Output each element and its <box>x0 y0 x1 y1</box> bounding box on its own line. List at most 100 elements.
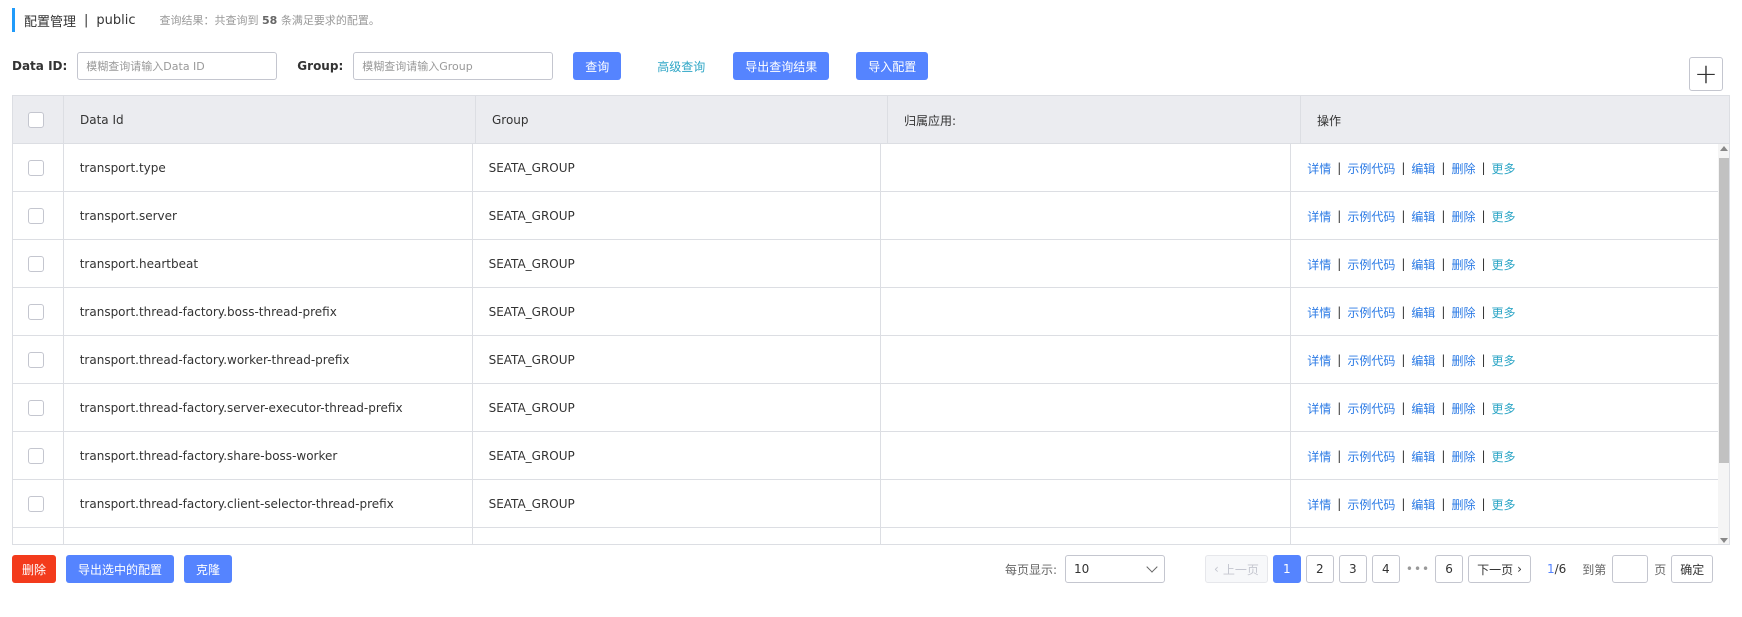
more-link[interactable]: 更多 <box>1492 208 1516 225</box>
group-cell: SEATA_GROUP <box>473 288 882 336</box>
app-cell <box>881 432 1292 480</box>
more-link[interactable]: 更多 <box>1492 304 1516 321</box>
delete-link[interactable]: 删除 <box>1451 448 1475 465</box>
more-link[interactable]: 更多 <box>1492 352 1516 369</box>
row-checkbox[interactable] <box>28 160 44 176</box>
group-input[interactable]: 模糊查询请输入Group <box>353 52 554 80</box>
row-checkbox[interactable] <box>28 208 44 224</box>
edit-link[interactable]: 编辑 <box>1411 400 1435 417</box>
op-separator: | <box>1337 161 1342 175</box>
detail-link[interactable]: 详情 <box>1307 496 1331 513</box>
column-header-app[interactable]: 归属应用: <box>888 96 1301 144</box>
detail-link[interactable]: 详情 <box>1307 448 1331 465</box>
page-button-2[interactable]: 2 <box>1305 555 1334 583</box>
row-checkbox[interactable] <box>28 256 44 272</box>
more-link[interactable]: 更多 <box>1492 400 1516 417</box>
page-button-4[interactable]: 4 <box>1371 555 1400 583</box>
more-link[interactable]: 更多 <box>1492 160 1516 177</box>
operations-cell: 详情 | 示例代码 | 编辑 | 删除 | 更多 <box>1291 144 1718 192</box>
scroll-down-arrow-icon[interactable] <box>1720 538 1728 543</box>
delete-link[interactable]: 删除 <box>1451 400 1475 417</box>
page-button-1[interactable]: 1 <box>1272 555 1301 583</box>
page-size-select[interactable]: 10 <box>1065 555 1166 583</box>
row-checkbox[interactable] <box>28 448 44 464</box>
export-selected-button[interactable]: 导出选中的配置 <box>66 555 175 583</box>
row-select-cell <box>13 288 64 336</box>
page-header: 配置管理 | public 查询结果：共查询到 58 条满足要求的配置。 <box>12 8 380 32</box>
goto-page-input[interactable] <box>1612 555 1649 583</box>
column-header-group[interactable]: Group <box>476 96 888 144</box>
delete-link[interactable]: 删除 <box>1451 208 1475 225</box>
sample-code-link[interactable]: 示例代码 <box>1347 160 1395 177</box>
row-checkbox[interactable] <box>28 544 44 545</box>
sample-code-link[interactable]: 示例代码 <box>1347 208 1395 225</box>
detail-link[interactable]: 详情 <box>1307 208 1331 225</box>
delete-link[interactable]: 删除 <box>1451 256 1475 273</box>
sample-code-link[interactable]: 示例代码 <box>1347 496 1395 513</box>
page-button-3[interactable]: 3 <box>1338 555 1367 583</box>
edit-link[interactable]: 编辑 <box>1411 160 1435 177</box>
search-bar: Data ID: 模糊查询请输入Data ID Group: 模糊查询请输入Gr… <box>12 52 929 80</box>
detail-link[interactable]: 详情 <box>1307 304 1331 321</box>
next-page-button[interactable]: 下一页 › <box>1468 555 1531 583</box>
column-header-data-id[interactable]: Data Id <box>64 96 476 144</box>
operations-cell: 详情 | 示例代码 | 编辑 | 删除 | 更多 <box>1291 336 1718 384</box>
current-page: 1 <box>1546 562 1555 576</box>
table-body: transport.type SEATA_GROUP 详情 | 示例代码 | 编辑 | 删除… <box>13 144 1718 545</box>
more-link[interactable]: 更多 <box>1492 496 1516 513</box>
detail-link[interactable]: 详情 <box>1307 160 1331 177</box>
op-separator: | <box>1337 209 1342 223</box>
edit-link[interactable]: 编辑 <box>1411 256 1435 273</box>
total-pages: /6 <box>1554 562 1567 576</box>
delete-link[interactable]: 删除 <box>1451 352 1475 369</box>
advanced-query-link[interactable]: 高级查询 <box>641 52 721 80</box>
scroll-up-arrow-icon[interactable] <box>1720 146 1728 151</box>
detail-link[interactable]: 详情 <box>1307 352 1331 369</box>
op-separator: | <box>1481 497 1486 511</box>
edit-link[interactable]: 编辑 <box>1411 448 1435 465</box>
sample-code-link[interactable]: 示例代码 <box>1347 256 1395 273</box>
page-size-value: 10 <box>1074 562 1090 576</box>
data-id-cell: transport.thread-factory.worker-thread-p… <box>64 336 473 384</box>
sample-code-link[interactable]: 示例代码 <box>1347 448 1395 465</box>
row-checkbox[interactable] <box>28 496 44 512</box>
clone-button[interactable]: 克隆 <box>184 555 233 583</box>
select-all-cell <box>13 96 64 144</box>
edit-link[interactable]: 编辑 <box>1411 352 1435 369</box>
query-button[interactable]: 查询 <box>573 52 622 80</box>
edit-link[interactable]: 编辑 <box>1411 304 1435 321</box>
delete-link[interactable]: 删除 <box>1451 304 1475 321</box>
page-button-last[interactable]: 6 <box>1435 555 1464 583</box>
import-config-button[interactable]: 导入配置 <box>856 52 929 80</box>
data-id-cell: transport.thread-factory.client-selector… <box>64 480 473 528</box>
group-cell: SEATA_GROUP <box>473 240 882 288</box>
row-checkbox[interactable] <box>28 304 44 320</box>
row-checkbox[interactable] <box>28 400 44 416</box>
scroll-thumb[interactable] <box>1719 158 1729 463</box>
export-results-button[interactable]: 导出查询结果 <box>733 52 830 80</box>
select-all-checkbox[interactable] <box>28 112 44 128</box>
row-checkbox[interactable] <box>28 352 44 368</box>
bulk-actions: 删除 导出选中的配置 克隆 <box>12 555 233 583</box>
table-scrollbar[interactable] <box>1718 144 1729 544</box>
delete-link[interactable]: 删除 <box>1451 496 1475 513</box>
delete-selected-button[interactable]: 删除 <box>12 555 57 583</box>
detail-link[interactable]: 详情 <box>1307 256 1331 273</box>
detail-link[interactable]: 详情 <box>1307 400 1331 417</box>
prev-page-button[interactable]: ‹ 上一页 <box>1205 555 1268 583</box>
add-config-button[interactable]: + <box>1689 57 1723 91</box>
edit-link[interactable]: 编辑 <box>1411 496 1435 513</box>
sample-code-link[interactable]: 示例代码 <box>1347 352 1395 369</box>
delete-link[interactable]: 删除 <box>1451 160 1475 177</box>
more-link[interactable]: 更多 <box>1492 256 1516 273</box>
row-select-cell <box>13 240 64 288</box>
goto-confirm-button[interactable]: 确定 <box>1671 555 1714 583</box>
sample-code-link[interactable]: 示例代码 <box>1347 304 1395 321</box>
data-id-input[interactable]: 模糊查询请输入Data ID <box>77 52 278 80</box>
sample-code-link[interactable]: 示例代码 <box>1347 400 1395 417</box>
result-prefix: 查询结果：共查询到 <box>159 14 259 27</box>
operations-cell: 详情 | 示例代码 | 编辑 | 删除 | 更多 <box>1291 288 1718 336</box>
more-link[interactable]: 更多 <box>1492 448 1516 465</box>
column-header-operations: 操作 <box>1317 113 1342 128</box>
edit-link[interactable]: 编辑 <box>1411 208 1435 225</box>
